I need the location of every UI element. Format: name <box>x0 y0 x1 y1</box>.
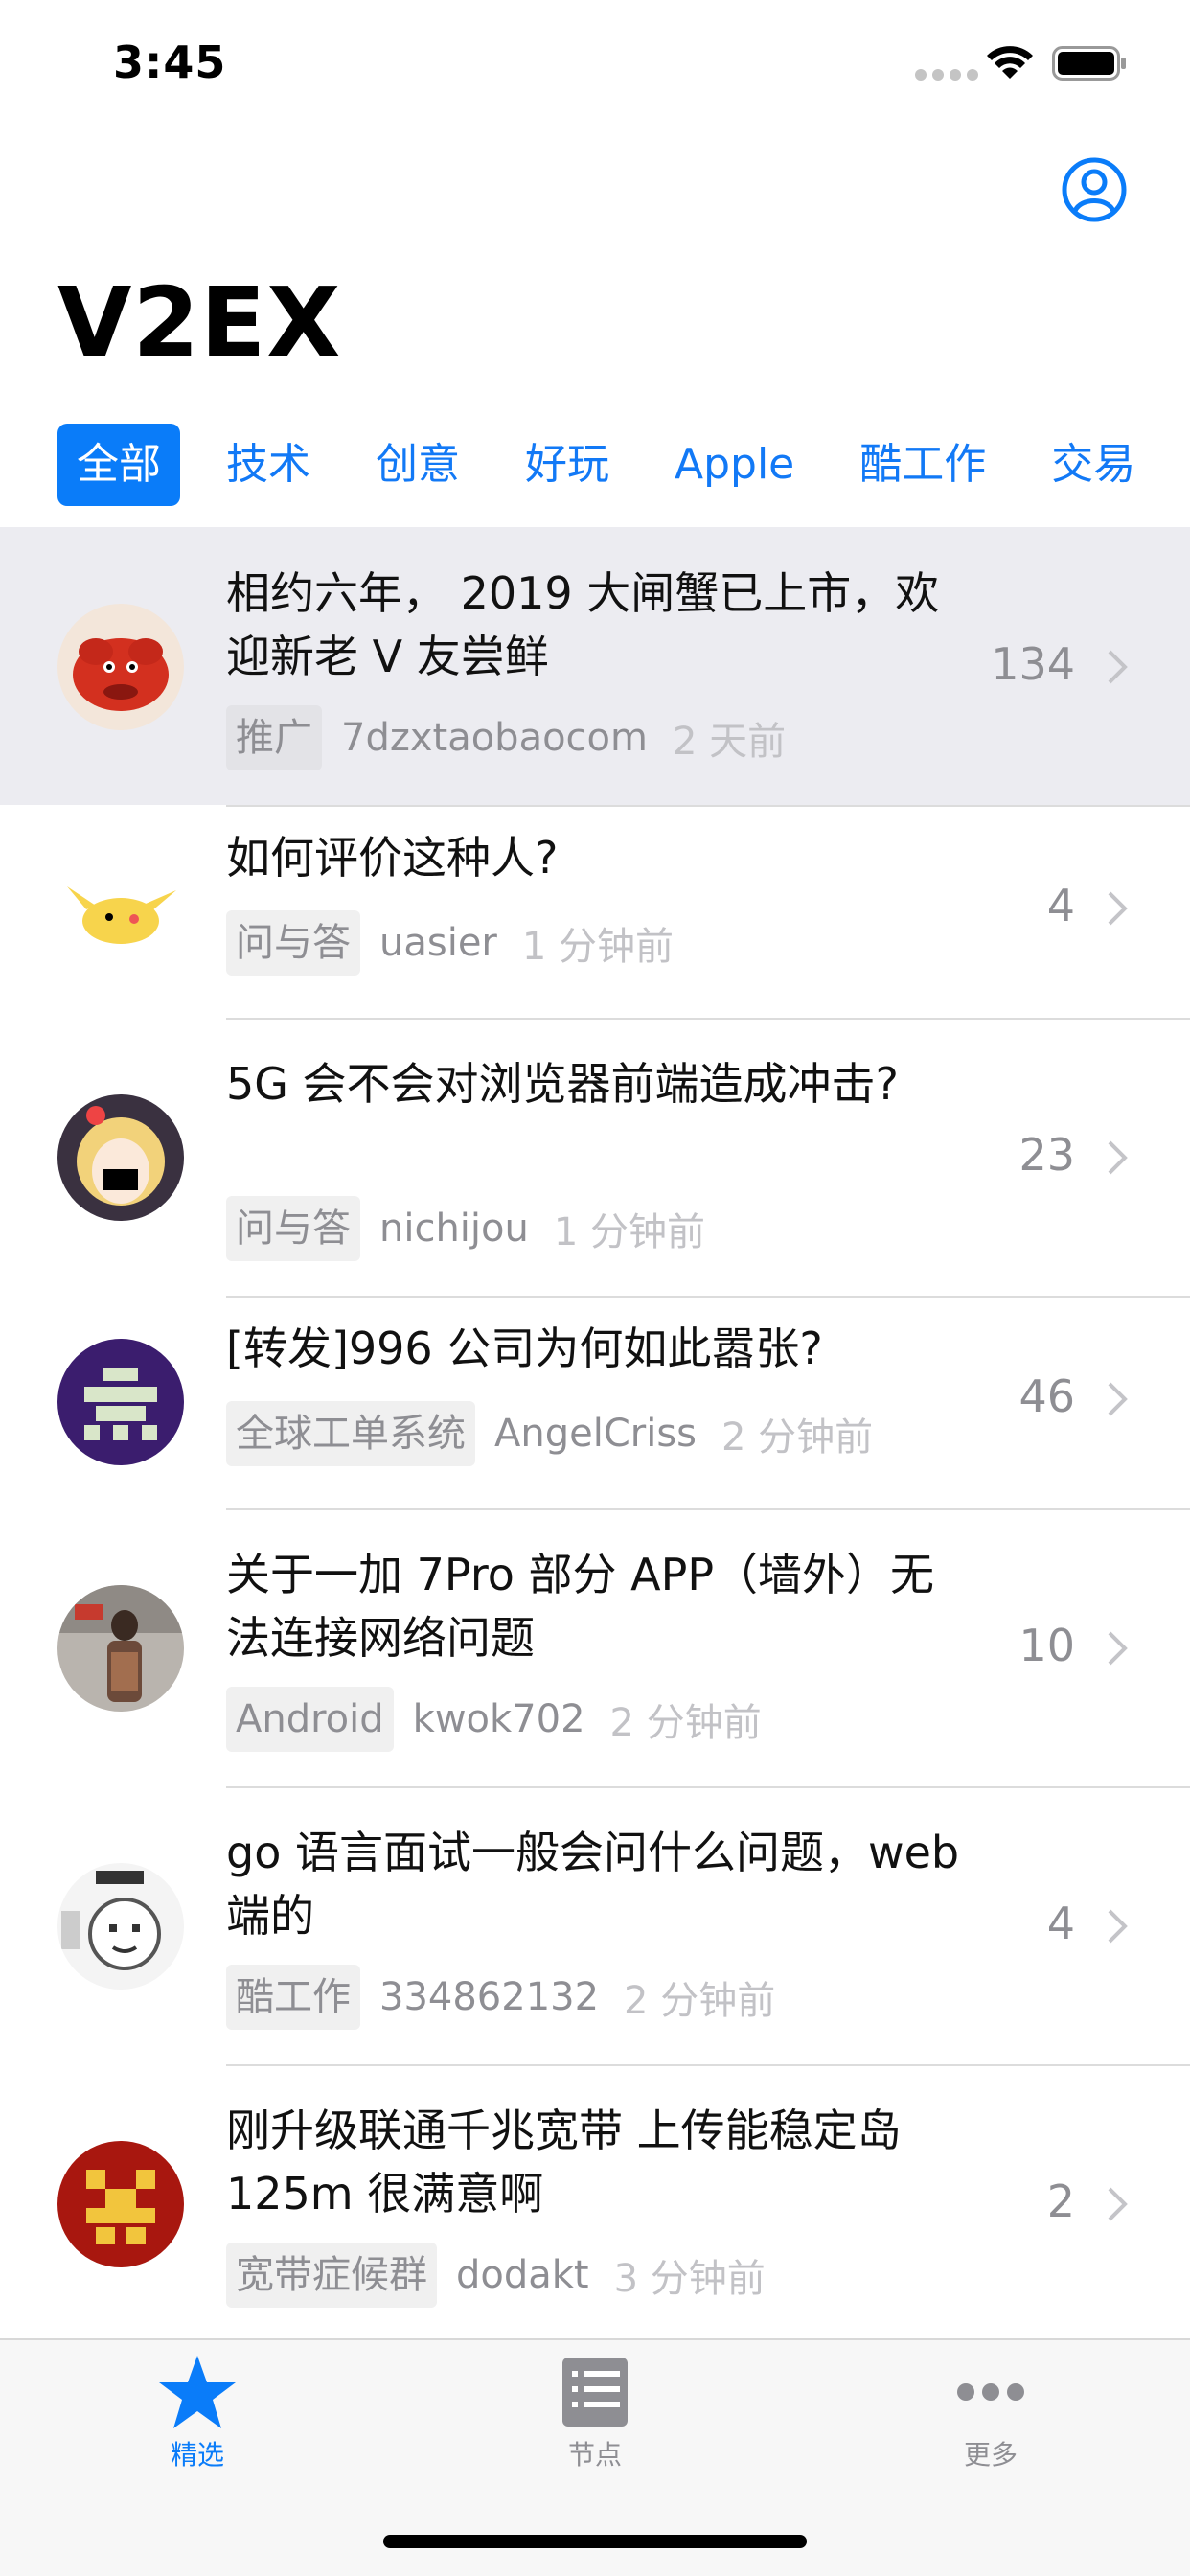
node-tag[interactable]: 宽带症候群 <box>226 2242 437 2308</box>
sketch-face-avatar <box>57 1863 184 1990</box>
topic-row[interactable]: 关于一加 7Pro 部分 APP（墙外）无法连接网络问题 Android kwo… <box>0 1508 1190 1788</box>
timestamp: 1 分钟前 <box>521 925 675 969</box>
category-tabs: 全部 技术 创意 好玩 Apple 酷工作 交易 <box>57 424 1181 506</box>
timestamp: 2 分钟前 <box>609 1701 762 1745</box>
tab-bar-label: 更多 <box>963 2439 1018 2471</box>
topic-title: 关于一加 7Pro 部分 APP（墙外）无法连接网络问题 <box>226 1549 935 1664</box>
screen: 3:45 V2EX 全部 技术 创意 好玩 Apple 酷工作 交易 相约六年，… <box>0 0 1190 2576</box>
reply-count: 2 <box>1046 2175 1075 2227</box>
reply-count: 46 <box>1018 1370 1075 1422</box>
tab-all[interactable]: 全部 <box>57 424 180 506</box>
tab-jobs[interactable]: 酷工作 <box>840 424 1005 506</box>
node-tag[interactable]: Android <box>226 1687 394 1752</box>
tab-play[interactable]: 好玩 <box>506 424 629 506</box>
tab-bar-label: 精选 <box>170 2439 224 2471</box>
photo-avatar <box>57 1585 184 1712</box>
chevron-right-icon <box>1108 2187 1128 2221</box>
username[interactable]: 334862132 <box>379 1975 599 2019</box>
reply-count: 134 <box>991 638 1075 690</box>
topic-row[interactable]: 相约六年， 2019 大闸蟹已上市，欢迎新老 V 友尝鲜 推广 7dzxtaob… <box>0 527 1190 807</box>
chevron-right-icon <box>1108 1382 1128 1416</box>
pixel-red-avatar <box>57 2141 184 2267</box>
topic-row[interactable]: 5G 会不会对浏览器前端造成冲击? 问与答 nichijou 1 分钟前 23 <box>0 1018 1190 1298</box>
chevron-right-icon <box>1108 891 1128 926</box>
topic-meta: 宽带症候群 dodakt 3 分钟前 <box>226 2242 766 2308</box>
pikachu-avatar <box>57 848 184 975</box>
username[interactable]: uasier <box>379 921 497 965</box>
node-tag[interactable]: 问与答 <box>226 1196 360 1261</box>
crab-avatar <box>57 604 184 730</box>
page-title: V2EX <box>57 266 342 379</box>
topic-meta: 问与答 nichijou 1 分钟前 <box>226 1196 705 1261</box>
signal-icon <box>915 69 978 80</box>
topic-row[interactable]: 刚升级联通千兆宽带 上传能稳定岛 125m 很满意啊 宽带症候群 dodakt … <box>0 2064 1190 2342</box>
star-icon <box>159 2356 236 2428</box>
topic-meta: 全球工单系统 AngelCriss 2 分钟前 <box>226 1401 873 1466</box>
topic-row[interactable]: 如何评价这种人? 问与答 uasier 1 分钟前 4 <box>0 805 1190 1020</box>
chevron-right-icon <box>1108 1631 1128 1666</box>
tab-deals[interactable]: 交易 <box>1032 424 1155 506</box>
reply-count: 10 <box>1018 1620 1075 1671</box>
list-icon <box>562 2358 628 2426</box>
tab-apple[interactable]: Apple <box>655 424 813 506</box>
topic-meta: Android kwok702 2 分钟前 <box>226 1687 762 1752</box>
anime-girl-avatar <box>57 1094 184 1221</box>
tab-bar-featured[interactable]: 精选 <box>102 2354 293 2472</box>
profile-button[interactable] <box>1062 157 1127 222</box>
username[interactable]: kwok702 <box>413 1697 585 1741</box>
status-time: 3:45 <box>113 36 227 88</box>
chevron-right-icon <box>1108 1909 1128 1944</box>
timestamp: 1 分钟前 <box>553 1210 706 1254</box>
tab-bar-label: 节点 <box>567 2439 622 2471</box>
pixel-purple-avatar <box>57 1339 184 1465</box>
timestamp: 2 分钟前 <box>624 1979 776 2023</box>
topic-title: 如何评价这种人? <box>226 832 559 884</box>
topic-title: 5G 会不会对浏览器前端造成冲击? <box>226 1058 899 1110</box>
topic-meta: 问与答 uasier 1 分钟前 <box>226 910 674 976</box>
topic-meta: 酷工作 334862132 2 分钟前 <box>226 1965 775 2030</box>
username[interactable]: nichijou <box>379 1207 529 1251</box>
topic-list: 相约六年， 2019 大闸蟹已上市，欢迎新老 V 友尝鲜 推广 7dzxtaob… <box>0 527 1190 2342</box>
topic-row[interactable]: go 语言面试一般会问什么问题，web 端的 酷工作 334862132 2 分… <box>0 1786 1190 2066</box>
username[interactable]: dodakt <box>456 2253 589 2297</box>
reply-count: 4 <box>1046 1898 1075 1949</box>
home-indicator[interactable] <box>383 2535 807 2548</box>
topic-title: go 语言面试一般会问什么问题，web 端的 <box>226 1827 960 1942</box>
chevron-right-icon <box>1108 1140 1128 1175</box>
tab-tech[interactable]: 技术 <box>207 424 330 506</box>
reply-count: 23 <box>1018 1129 1075 1181</box>
battery-icon <box>1052 46 1126 80</box>
tab-bar-more[interactable]: 更多 <box>895 2354 1087 2472</box>
tab-creative[interactable]: 创意 <box>356 424 479 506</box>
node-tag[interactable]: 推广 <box>226 705 322 770</box>
more-icon <box>957 2383 1024 2401</box>
topic-row[interactable]: [转发]996 公司为何如此嚣张? 全球工单系统 AngelCriss 2 分钟… <box>0 1296 1190 1510</box>
status-bar: 3:45 <box>0 0 1190 126</box>
timestamp: 2 天前 <box>672 720 787 764</box>
username[interactable]: 7dzxtaobaocom <box>341 716 648 760</box>
tab-bar-nodes[interactable]: 节点 <box>499 2354 691 2472</box>
node-tag[interactable]: 问与答 <box>226 910 360 976</box>
topic-meta: 推广 7dzxtaobaocom 2 天前 <box>226 705 786 770</box>
chevron-right-icon <box>1108 650 1128 684</box>
reply-count: 4 <box>1046 880 1075 932</box>
node-tag[interactable]: 酷工作 <box>226 1965 360 2030</box>
timestamp: 3 分钟前 <box>613 2257 766 2301</box>
topic-title: 相约六年， 2019 大闸蟹已上市，欢迎新老 V 友尝鲜 <box>226 567 940 682</box>
username[interactable]: AngelCriss <box>494 1412 697 1456</box>
node-tag[interactable]: 全球工单系统 <box>226 1401 475 1466</box>
topic-title: 刚升级联通千兆宽带 上传能稳定岛 125m 很满意啊 <box>226 2104 902 2220</box>
timestamp: 2 分钟前 <box>721 1415 874 1460</box>
topic-title: [转发]996 公司为何如此嚣张? <box>226 1322 823 1374</box>
wifi-icon <box>987 46 1033 79</box>
